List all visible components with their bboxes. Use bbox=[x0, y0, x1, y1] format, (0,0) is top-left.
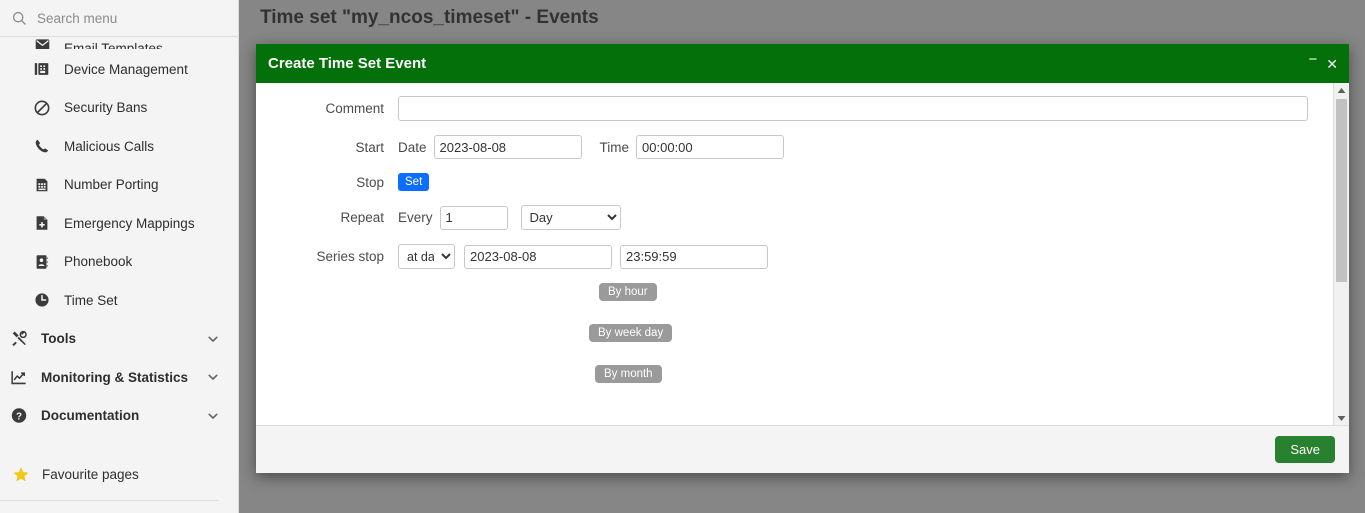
phone-icon bbox=[33, 137, 51, 155]
start-label: Start bbox=[355, 139, 384, 155]
sidebar-item-label: Favourite pages bbox=[42, 466, 139, 482]
start-row: Start Date Time bbox=[256, 135, 1333, 159]
sidebar-item-label: Malicious Calls bbox=[64, 138, 155, 154]
repeat-every-label: Every bbox=[398, 210, 433, 225]
svg-text:?: ? bbox=[16, 412, 22, 423]
by-hour-row: By hour bbox=[256, 283, 1333, 301]
dialog-body: Comment Start Date Time Stop Set Repeat … bbox=[256, 83, 1349, 425]
triangle-up-icon[interactable] bbox=[1334, 83, 1349, 97]
search-menu-row[interactable] bbox=[0, 0, 238, 37]
sidebar-item-label: Email Templates bbox=[64, 41, 163, 49]
series-stop-date-input[interactable] bbox=[464, 244, 612, 269]
dialog-footer: Save bbox=[256, 425, 1349, 473]
sidebar-item-malicious-calls[interactable]: Malicious Calls bbox=[0, 127, 238, 166]
mail-icon bbox=[33, 37, 51, 49]
tools-icon bbox=[10, 330, 28, 348]
sidebar-item-label: Security Bans bbox=[64, 100, 148, 116]
series-stop-label: Series stop bbox=[316, 249, 384, 264]
sidebar-group-monitoring-statistics[interactable]: Monitoring & Statistics bbox=[0, 358, 238, 397]
sidebar: Email Templates Device Management bbox=[0, 0, 239, 513]
close-icon[interactable]: ✕ bbox=[1326, 57, 1338, 71]
sidebar-group-label: Tools bbox=[41, 331, 76, 347]
by-month-row: By month bbox=[256, 365, 1333, 383]
sidebar-group-documentation[interactable]: ? Documentation bbox=[0, 397, 238, 436]
repeat-every-input[interactable] bbox=[439, 205, 508, 230]
dialog-scrollbar[interactable] bbox=[1333, 83, 1349, 425]
comment-label: Comment bbox=[325, 101, 384, 116]
sidebar-item-label: Time Set bbox=[64, 292, 118, 308]
sidebar-item-security-bans[interactable]: Security Bans bbox=[0, 89, 238, 128]
sidebar-item-device-management[interactable]: Device Management bbox=[0, 50, 238, 89]
sidebar-item-emergency-mappings[interactable]: Emergency Mappings bbox=[0, 204, 238, 243]
start-date-label: Date bbox=[398, 139, 427, 155]
start-time-input[interactable] bbox=[636, 135, 785, 159]
window-controls: − ✕ bbox=[1309, 44, 1339, 83]
dialog-title: Create Time Set Event bbox=[268, 55, 427, 72]
by-month-badge[interactable]: By month bbox=[595, 365, 662, 383]
stop-label: Stop bbox=[356, 174, 384, 190]
sidebar-group-label: Monitoring & Statistics bbox=[41, 369, 189, 385]
start-time-label: Time bbox=[599, 139, 630, 155]
chevron-down-icon[interactable] bbox=[207, 333, 219, 345]
chevron-down-icon[interactable] bbox=[207, 410, 219, 422]
repeat-label: Repeat bbox=[340, 210, 384, 225]
sidebar-item-number-porting[interactable]: Number Porting bbox=[0, 166, 238, 205]
stop-row: Stop Set bbox=[256, 173, 1333, 191]
sidebar-divider bbox=[0, 500, 219, 501]
scrollbar-thumb[interactable] bbox=[1336, 99, 1347, 282]
sidebar-group-tools[interactable]: Tools bbox=[0, 320, 238, 359]
star-icon bbox=[12, 465, 30, 483]
comment-input[interactable] bbox=[398, 96, 1308, 121]
series-stop-time-input[interactable] bbox=[620, 244, 768, 269]
document-plus-icon bbox=[33, 214, 51, 232]
ban-icon bbox=[33, 99, 51, 117]
sidebar-item-label: Device Management bbox=[64, 61, 188, 77]
series-stop-mode-select[interactable]: at dateafternever bbox=[398, 244, 455, 269]
stop-set-button[interactable]: Set bbox=[398, 173, 430, 191]
search-icon bbox=[12, 11, 27, 26]
by-hour-badge[interactable]: By hour bbox=[599, 283, 657, 301]
triangle-down-icon[interactable] bbox=[1334, 411, 1349, 425]
series-stop-row: Series stop at dateafternever bbox=[256, 244, 1333, 269]
sidebar-item-label: Phonebook bbox=[64, 254, 133, 270]
by-week-day-row: By week day bbox=[256, 324, 1333, 342]
event-form: Comment Start Date Time Stop Set Repeat … bbox=[256, 83, 1333, 425]
clock-icon bbox=[33, 291, 51, 309]
create-time-set-event-dialog: Create Time Set Event − ✕ Comment Start … bbox=[256, 44, 1349, 473]
search-input[interactable] bbox=[37, 10, 217, 26]
repeat-unit-select[interactable]: DayWeekMonthYear bbox=[520, 205, 621, 230]
comment-row: Comment bbox=[256, 96, 1333, 121]
by-week-day-badge[interactable]: By week day bbox=[589, 324, 673, 342]
address-book-icon bbox=[33, 253, 51, 271]
repeat-row: Repeat Every DayWeekMonthYear bbox=[256, 205, 1333, 230]
sidebar-item-phonebook[interactable]: Phonebook bbox=[0, 243, 238, 282]
sidebar-menu: Email Templates Device Management Securi… bbox=[0, 37, 238, 513]
chart-icon bbox=[10, 368, 28, 386]
save-button[interactable]: Save bbox=[1275, 436, 1335, 463]
chevron-down-icon[interactable] bbox=[207, 371, 219, 383]
sidebar-item-favourite-pages[interactable]: Favourite pages bbox=[0, 456, 238, 492]
sidebar-item-label: Emergency Mappings bbox=[64, 215, 195, 231]
sidebar-item-time-set[interactable]: Time Set bbox=[0, 281, 238, 320]
sim-card-icon bbox=[33, 176, 51, 194]
question-circle-icon: ? bbox=[10, 407, 28, 425]
device-icon bbox=[33, 60, 51, 78]
sidebar-group-label: Documentation bbox=[41, 408, 140, 424]
minimize-icon[interactable]: − bbox=[1309, 52, 1318, 67]
sidebar-item-label: Number Porting bbox=[64, 177, 159, 193]
start-date-input[interactable] bbox=[433, 135, 582, 159]
sidebar-item-email-templates[interactable]: Email Templates bbox=[0, 37, 238, 49]
dialog-header: Create Time Set Event − ✕ bbox=[256, 44, 1349, 83]
